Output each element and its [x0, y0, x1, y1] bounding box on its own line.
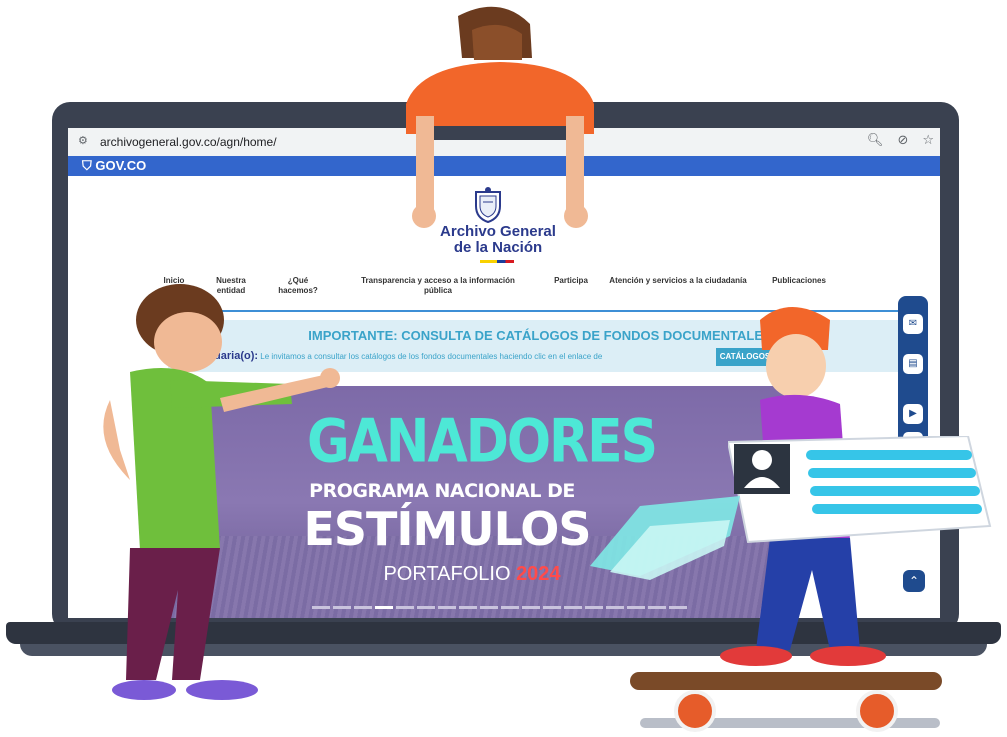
carousel-dot[interactable] [438, 606, 456, 609]
skateboard-wheel [674, 690, 716, 732]
site-settings-icon[interactable]: ⚙ [78, 134, 92, 148]
carousel-dot[interactable] [501, 606, 519, 609]
id-card-illustration [728, 436, 992, 544]
skateboard-wheel [856, 690, 898, 732]
banner-portfolio: PORTAFOLIO 2024 [383, 563, 561, 585]
zoom-icon[interactable]: 🔍︎ [867, 133, 884, 148]
carousel-dot[interactable] [564, 606, 582, 609]
banner-year: 2024 [516, 563, 561, 585]
motion-trail-graphic [590, 496, 740, 580]
person-pointing-illustration [103, 284, 340, 700]
carousel-dot-active[interactable] [375, 606, 393, 609]
nav-item-publicaciones[interactable]: Publicaciones [760, 276, 838, 286]
carousel-dot[interactable] [627, 606, 645, 609]
carousel-dot[interactable] [522, 606, 540, 609]
carousel-dot[interactable] [585, 606, 603, 609]
gov-shield-icon: ⛉ [82, 158, 96, 173]
nav-item-participa[interactable]: Participa [546, 276, 596, 286]
carousel-dot[interactable] [480, 606, 498, 609]
hide-icon[interactable]: ⊘ [897, 133, 908, 148]
carousel-dot[interactable] [648, 606, 666, 609]
carousel-dot[interactable] [543, 606, 561, 609]
carousel-dot[interactable] [669, 606, 687, 609]
carousel-indicators [312, 606, 687, 609]
nav-item-transparencia[interactable]: Transparencia y acceso a la información … [348, 276, 528, 296]
carousel-dot[interactable] [417, 606, 435, 609]
url-text[interactable]: archivogeneral.gov.co/agn/home/ [100, 134, 277, 150]
nav-item-atencion[interactable]: Atención y servicios a la ciudadanía [608, 276, 748, 286]
person-on-top-illustration [406, 6, 594, 228]
browser-actions: 🔍︎ ⊘ ☆ [867, 133, 934, 148]
gov-co-logo[interactable]: ⛉ GOV.CO [82, 158, 146, 174]
carousel-dot[interactable] [459, 606, 477, 609]
bookmark-star-icon[interactable]: ☆ [922, 133, 934, 148]
carousel-dot[interactable] [396, 606, 414, 609]
colombia-flag-stripe [480, 260, 514, 263]
carousel-dot[interactable] [606, 606, 624, 609]
